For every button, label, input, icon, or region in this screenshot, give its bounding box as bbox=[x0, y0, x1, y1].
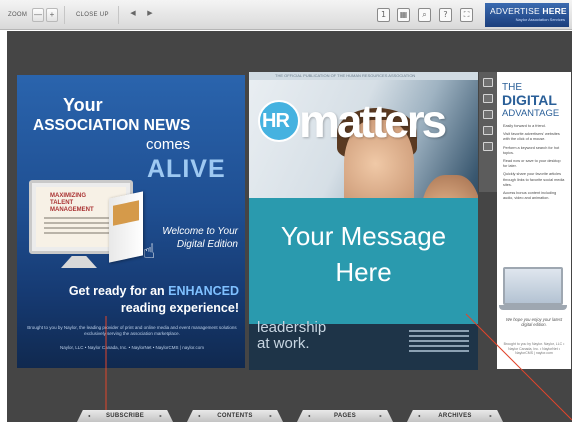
left-page-tagline: Get ready for an ENHANCED reading experi… bbox=[68, 284, 239, 315]
left-page-alive: ALIVE bbox=[147, 155, 226, 183]
ad-benefit-list: Easily forward to a friend. Visit favori… bbox=[503, 124, 565, 204]
left-page-welcome: Welcome to Your Digital Edition bbox=[162, 226, 238, 250]
fullscreen-icon[interactable]: ⛶ bbox=[460, 8, 473, 22]
cover-lead-text: leadership at work. bbox=[257, 319, 327, 352]
digital-advantage-page[interactable]: THE DIGITAL ADVANTAGE Easily forward to … bbox=[497, 72, 571, 369]
ad-advantage: ADVANTAGE bbox=[502, 108, 560, 119]
ad-digital: DIGITAL bbox=[502, 92, 557, 108]
list-item: Easily forward to a friend. bbox=[503, 124, 546, 128]
advertise-subtext: Naylor Association Services bbox=[515, 17, 565, 22]
ad-fine-print: Brought to you by Naylor. Naylor, LLC • … bbox=[503, 342, 565, 355]
left-page-company-line: Naylor, LLC • Naylor Canada, Inc. • Nayl… bbox=[60, 345, 204, 350]
left-page[interactable]: Your ASSOCIATION NEWS comes ALIVE MAXIMI… bbox=[17, 75, 245, 368]
list-item: Read now or save to your desktop for lat… bbox=[503, 159, 561, 169]
laptop-base bbox=[499, 305, 567, 310]
prev-page-button[interactable]: ◀ bbox=[127, 8, 139, 22]
list-item: Access bonus content including audio, vi… bbox=[503, 191, 557, 201]
bookmark-icon[interactable] bbox=[483, 78, 493, 87]
list-item: Quickly share your favorite articles thr… bbox=[503, 172, 565, 187]
list-item: Perform a keyword search for hot topics. bbox=[503, 145, 560, 155]
thumbnails-icon[interactable]: ▦ bbox=[397, 8, 410, 22]
bottom-tab-bar: ◂ SUBSCRIBE ▸ ◂ CONTENTS ▸ ◂ PAGES ▸ ◂ ARCHIVES… bbox=[0, 408, 572, 422]
left-page-fine-print: Brought to you by Naylor, the leading pr… bbox=[27, 325, 237, 336]
email-icon[interactable] bbox=[483, 126, 493, 135]
download-icon[interactable] bbox=[483, 142, 493, 151]
cover-text-lines bbox=[409, 330, 469, 332]
tab-subscribe[interactable]: ◂ SUBSCRIBE ▸ bbox=[76, 410, 174, 422]
hr-logo-text: HR bbox=[262, 110, 290, 132]
top-toolbar: ZOOM — + CLOSE UP ◀ ▶ 1 ▦ ⌕ ? ⛶ ADVERTIS… bbox=[0, 0, 572, 30]
toolbar-divider bbox=[118, 6, 119, 24]
right-page[interactable]: THE OFFICIAL PUBLICATION OF THE HUMAN RE… bbox=[249, 72, 478, 370]
matters-logo-text: matters bbox=[299, 95, 447, 147]
list-item: Visit favorite advertisers' websites wit… bbox=[503, 132, 560, 142]
single-page-icon[interactable]: 1 bbox=[377, 8, 390, 22]
advertise-here-banner[interactable]: ADVERTISE HERE Naylor Association Servic… bbox=[485, 3, 569, 27]
share-icon[interactable] bbox=[483, 94, 493, 103]
help-icon[interactable]: ? bbox=[439, 8, 452, 22]
tab-contents[interactable]: ◂ CONTENTS ▸ bbox=[186, 410, 284, 422]
left-page-headline: ASSOCIATION NEWS bbox=[33, 117, 191, 134]
advertise-text: ADVERTISE HERE bbox=[490, 6, 567, 16]
monitor-stand bbox=[61, 256, 97, 268]
page-tools-strip bbox=[479, 72, 497, 192]
ad-closing-text: We hope you enjoy your latest digital ed… bbox=[505, 317, 563, 327]
monitor-magazine-title: MAXIMIZING TALENT MANAGEMENT bbox=[50, 193, 94, 213]
monitor-text-lines bbox=[44, 217, 114, 219]
toolbar-divider bbox=[64, 6, 65, 24]
zoom-label: ZOOM bbox=[8, 12, 28, 18]
close-up-button[interactable]: CLOSE UP bbox=[76, 12, 109, 18]
zoom-in-button[interactable]: + bbox=[46, 8, 58, 22]
laptop-image bbox=[503, 267, 563, 305]
tab-archives[interactable]: ◂ ARCHIVES ▸ bbox=[406, 410, 504, 422]
left-page-your: Your bbox=[63, 95, 103, 115]
message-banner-text: Your Message Here bbox=[280, 221, 447, 287]
zoom-out-button[interactable]: — bbox=[32, 8, 44, 22]
search-icon[interactable]: ⌕ bbox=[418, 8, 431, 22]
tab-pages[interactable]: ◂ PAGES ▸ bbox=[296, 410, 394, 422]
print-icon[interactable] bbox=[483, 110, 493, 119]
next-page-button[interactable]: ▶ bbox=[144, 8, 156, 22]
page-flip-photo bbox=[113, 200, 139, 226]
left-page-comes: comes bbox=[146, 136, 191, 153]
cover-top-strip: THE OFFICIAL PUBLICATION OF THE HUMAN RE… bbox=[249, 72, 478, 80]
